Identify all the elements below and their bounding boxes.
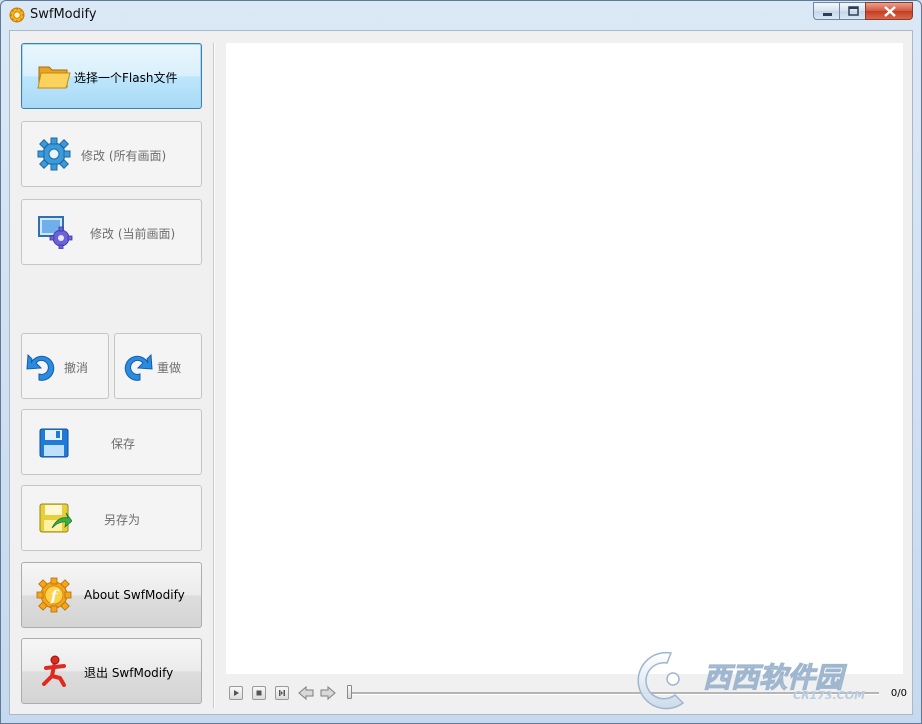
- play-icon: [234, 690, 239, 696]
- timeline-track[interactable]: [349, 692, 879, 695]
- title-bar[interactable]: SwfModify: [1, 1, 921, 29]
- window-title: SwfModify: [30, 7, 97, 22]
- about-button[interactable]: f About SwfModify: [21, 562, 202, 628]
- screen-gear-icon: [38, 216, 73, 249]
- folder-icon: [37, 66, 71, 89]
- step-icon: [279, 690, 285, 696]
- exit-label: 退出 SwfModify: [84, 666, 174, 680]
- minimize-icon: [823, 13, 832, 16]
- save-as-button[interactable]: 另存为: [21, 485, 202, 551]
- exit-button[interactable]: 退出 SwfModify: [21, 638, 202, 704]
- save-as-icon: [39, 503, 72, 533]
- gear-icon: [37, 137, 71, 171]
- modify-all-button[interactable]: 修改 (所有画面): [21, 121, 202, 187]
- undo-icon: [26, 353, 55, 381]
- modify-current-button[interactable]: 修改 (当前画面): [21, 199, 202, 265]
- open-flash-label: 选择一个Flash文件: [74, 71, 178, 85]
- save-as-label: 另存为: [104, 513, 141, 527]
- close-icon: [884, 6, 896, 17]
- minimize-button[interactable]: [813, 2, 840, 20]
- undo-button[interactable]: 撤消: [21, 333, 109, 399]
- redo-icon: [124, 353, 153, 381]
- next-frame-icon[interactable]: [320, 686, 336, 700]
- stop-button[interactable]: [252, 686, 266, 700]
- save-button[interactable]: 保存: [21, 409, 202, 475]
- undo-label: 撤消: [64, 361, 89, 375]
- flash-gear-icon: f: [36, 577, 72, 613]
- running-man-icon: [42, 655, 66, 687]
- redo-button[interactable]: 重做: [114, 333, 202, 399]
- modify-current-label: 修改 (当前画面): [90, 227, 176, 241]
- app-gear-icon: [9, 7, 25, 23]
- flash-preview-area[interactable]: [226, 43, 903, 674]
- maximize-button[interactable]: [839, 2, 866, 20]
- save-label: 保存: [111, 437, 136, 451]
- floppy-disk-icon: [39, 428, 69, 458]
- client-area: 选择一个Flash文件 修改 (所有画面) 修改 (当前画面) 撤消 重做 保存…: [9, 30, 913, 715]
- stop-icon: [256, 690, 262, 696]
- open-flash-button[interactable]: 选择一个Flash文件: [21, 43, 202, 109]
- maximize-icon: [848, 6, 859, 16]
- step-button[interactable]: [275, 686, 289, 700]
- about-label: About SwfModify: [84, 588, 185, 602]
- close-button[interactable]: [865, 2, 913, 20]
- prev-frame-icon[interactable]: [298, 686, 314, 700]
- frame-counter: 0/0: [890, 688, 907, 699]
- app-window: SwfModify 选择一个Flash文件 修改 (所有画面) 修改 (当前画面…: [0, 0, 922, 724]
- modify-all-label: 修改 (所有画面): [81, 149, 167, 163]
- player-controls: 0/0: [226, 678, 907, 708]
- splitter[interactable]: [213, 43, 215, 708]
- play-button[interactable]: [229, 686, 243, 700]
- redo-label: 重做: [157, 361, 182, 375]
- timeline-slider[interactable]: [347, 685, 352, 699]
